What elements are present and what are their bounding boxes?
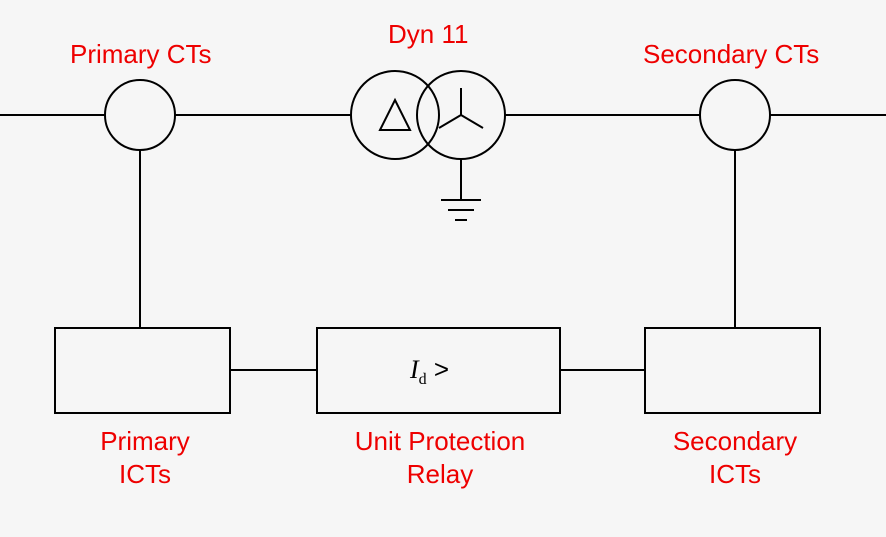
relay-symbol: Id > — [410, 354, 449, 389]
primary-cts-label: Primary CTs — [70, 38, 212, 71]
delta-icon — [380, 100, 410, 130]
transformer-primary-circle — [351, 71, 439, 159]
relay-caption-label: Unit Protection Relay — [350, 425, 530, 490]
primary-icts-label: Primary ICTs — [95, 425, 195, 490]
secondary-ict-box — [645, 328, 820, 413]
secondary-cts-label: Secondary CTs — [643, 38, 819, 71]
wye-right — [461, 115, 483, 128]
wye-left — [439, 115, 461, 128]
secondary-ct-symbol — [700, 80, 770, 150]
secondary-icts-label: Secondary ICTs — [670, 425, 800, 490]
relay-symbol-gt: > — [427, 354, 449, 384]
relay-symbol-I: I — [410, 355, 419, 384]
relay-symbol-sub: d — [419, 371, 427, 388]
primary-ict-box — [55, 328, 230, 413]
primary-ct-symbol — [105, 80, 175, 150]
vector-group-label: Dyn 11 — [388, 18, 468, 51]
diagram-canvas: Primary CTs Dyn 11 Secondary CTs Primary… — [0, 0, 886, 537]
